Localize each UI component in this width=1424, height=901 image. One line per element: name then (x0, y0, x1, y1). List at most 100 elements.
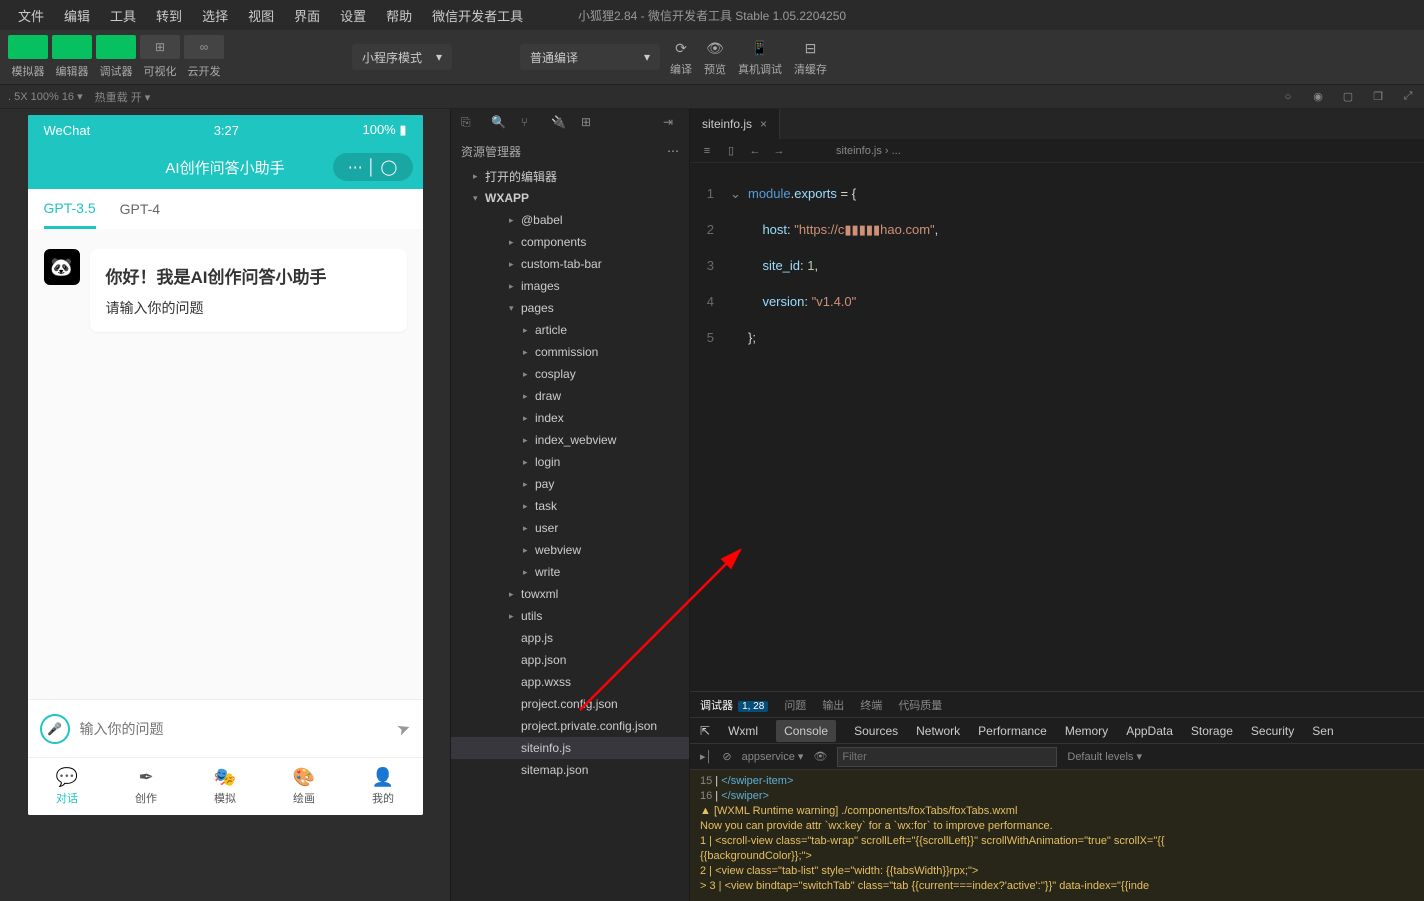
tb-simulator[interactable]: 模拟器 (8, 35, 48, 79)
tree-item[interactable]: ▸towxml (451, 583, 689, 605)
menu-wechat-devtools[interactable]: 微信开发者工具 (422, 6, 533, 25)
tree-item[interactable]: ▸components (451, 231, 689, 253)
forward-icon[interactable]: → (772, 144, 786, 158)
tree-item[interactable]: ▸utils (451, 605, 689, 627)
dbg-tab-terminal[interactable]: 终端 (860, 697, 882, 713)
tree-item[interactable]: ▸login (451, 451, 689, 473)
sb-icon-3[interactable]: ▢ (1340, 89, 1356, 105)
editor-tab-siteinfo[interactable]: siteinfo.js× (690, 109, 780, 139)
tree-item[interactable]: ▸task (451, 495, 689, 517)
devtab-network[interactable]: Network (916, 724, 960, 738)
menu-view[interactable]: 视图 (238, 6, 284, 25)
action-clear-cache[interactable]: ⊟清缓存 (794, 37, 827, 77)
devtab-sources[interactable]: Sources (854, 724, 898, 738)
tree-item[interactable]: ▸index_webview (451, 429, 689, 451)
tree-item[interactable]: sitemap.json (451, 759, 689, 781)
tree-item[interactable]: app.json (451, 649, 689, 671)
tree-item[interactable]: ▸draw (451, 385, 689, 407)
devtab-memory[interactable]: Memory (1065, 724, 1108, 738)
inspect-icon[interactable]: ⇱ (700, 724, 710, 738)
action-device-debug[interactable]: 📱真机调试 (738, 37, 782, 77)
more-icon[interactable]: ⋯ (667, 144, 679, 158)
tree-item[interactable]: ▸pay (451, 473, 689, 495)
tree-item[interactable]: project.private.config.json (451, 715, 689, 737)
breadcrumb-path[interactable]: siteinfo.js › ... (836, 145, 901, 157)
dbg-tab-debugger[interactable]: 调试器 1, 28 (700, 697, 768, 713)
menu-settings[interactable]: 设置 (330, 6, 376, 25)
menu-ui[interactable]: 界面 (284, 6, 330, 25)
action-compile[interactable]: ⟳编译 (670, 37, 692, 77)
sb-icon-5[interactable]: ⤢ (1400, 89, 1416, 105)
tabbar-chat[interactable]: 💬对话 (28, 758, 107, 815)
tree-item[interactable]: ▸custom-tab-bar (451, 253, 689, 275)
git-icon[interactable]: ⑂ (521, 115, 537, 131)
tree-item[interactable]: project.config.json (451, 693, 689, 715)
tree-item[interactable]: ▸article (451, 319, 689, 341)
hot-reload[interactable]: 热重载 开 ▾ (95, 89, 151, 105)
code-area[interactable]: 1⌄module.exports = { 2 host: "https://c▮… (690, 163, 1424, 691)
sidebar-toggle-icon[interactable]: ▸│ (700, 750, 712, 763)
devtab-storage[interactable]: Storage (1191, 724, 1233, 738)
tree-item[interactable]: app.wxss (451, 671, 689, 693)
sb-icon-1[interactable]: ○ (1280, 89, 1296, 105)
tb-visual[interactable]: ⊞可视化 (140, 35, 180, 79)
tree-item[interactable]: ▸打开的编辑器 (451, 165, 689, 187)
devtab-wxml[interactable]: Wxml (728, 724, 758, 738)
bookmark-icon[interactable]: ▯ (724, 144, 738, 158)
ext-icon[interactable]: 🔌 (551, 115, 567, 131)
menu-tools[interactable]: 工具 (100, 6, 146, 25)
devtab-security[interactable]: Security (1251, 724, 1294, 738)
tb-cloud[interactable]: ∞云开发 (184, 35, 224, 79)
collapse-icon[interactable]: ⇥ (663, 115, 679, 131)
menu-edit[interactable]: 编辑 (54, 6, 100, 25)
grid-icon[interactable]: ⊞ (581, 115, 597, 131)
console-output[interactable]: 15 | </swiper-item>16 | </swiper>▲ [WXML… (690, 770, 1424, 901)
devtab-appdata[interactable]: AppData (1126, 724, 1173, 738)
console-filter-input[interactable] (837, 747, 1057, 767)
voice-icon[interactable]: 🎤 (40, 714, 70, 744)
level-select[interactable]: Default levels ▾ (1067, 750, 1142, 763)
chat-input[interactable] (80, 721, 388, 737)
close-icon[interactable]: × (760, 117, 767, 131)
devtab-performance[interactable]: Performance (978, 724, 1047, 738)
dbg-tab-quality[interactable]: 代码质量 (898, 697, 942, 713)
tabbar-draw[interactable]: 🎨绘画 (265, 758, 344, 815)
tree-item[interactable]: ▸index (451, 407, 689, 429)
devtab-sen[interactable]: Sen (1312, 724, 1333, 738)
eye-icon[interactable]: 👁 (813, 750, 827, 763)
tree-item[interactable]: ▸cosplay (451, 363, 689, 385)
tree-item[interactable]: ▸@babel (451, 209, 689, 231)
tree-item[interactable]: ▸commission (451, 341, 689, 363)
sb-icon-4[interactable]: ❐ (1370, 89, 1386, 105)
tabbar-create[interactable]: ✒创作 (107, 758, 186, 815)
zoom-info[interactable]: . 5X 100% 16 ▾ (8, 90, 83, 103)
tabbar-me[interactable]: 👤我的 (344, 758, 423, 815)
dbg-tab-output[interactable]: 输出 (822, 697, 844, 713)
tree-item[interactable]: app.js (451, 627, 689, 649)
tree-item[interactable]: ▾pages (451, 297, 689, 319)
tab-gpt35[interactable]: GPT-3.5 (44, 190, 96, 229)
clear-console-icon[interactable]: ⊘ (722, 750, 731, 763)
sb-icon-2[interactable]: ◉ (1310, 89, 1326, 105)
files-icon[interactable]: ⎘ (461, 115, 477, 131)
compile-select[interactable]: 普通编译▾ (520, 44, 660, 70)
tb-editor[interactable]: 编辑器 (52, 35, 92, 79)
menu-help[interactable]: 帮助 (376, 6, 422, 25)
capsule-button[interactable]: ⋯ │ ◯ (333, 153, 413, 181)
mode-select[interactable]: 小程序模式▾ (352, 44, 452, 70)
tab-gpt4[interactable]: GPT-4 (120, 191, 160, 227)
tree-item[interactable]: ▸write (451, 561, 689, 583)
menu-goto[interactable]: 转到 (146, 6, 192, 25)
menu-file[interactable]: 文件 (8, 6, 54, 25)
dbg-tab-problems[interactable]: 问题 (784, 697, 806, 713)
tabbar-simulate[interactable]: 🎭模拟 (186, 758, 265, 815)
search-icon[interactable]: 🔍 (491, 115, 507, 131)
list-icon[interactable]: ≡ (700, 144, 714, 158)
menu-select[interactable]: 选择 (192, 6, 238, 25)
tree-item[interactable]: ▸user (451, 517, 689, 539)
tree-item[interactable]: siteinfo.js (451, 737, 689, 759)
devtab-console[interactable]: Console (776, 720, 836, 742)
tree-item[interactable]: ▾WXAPP (451, 187, 689, 209)
tree-item[interactable]: ▸webview (451, 539, 689, 561)
back-icon[interactable]: ← (748, 144, 762, 158)
